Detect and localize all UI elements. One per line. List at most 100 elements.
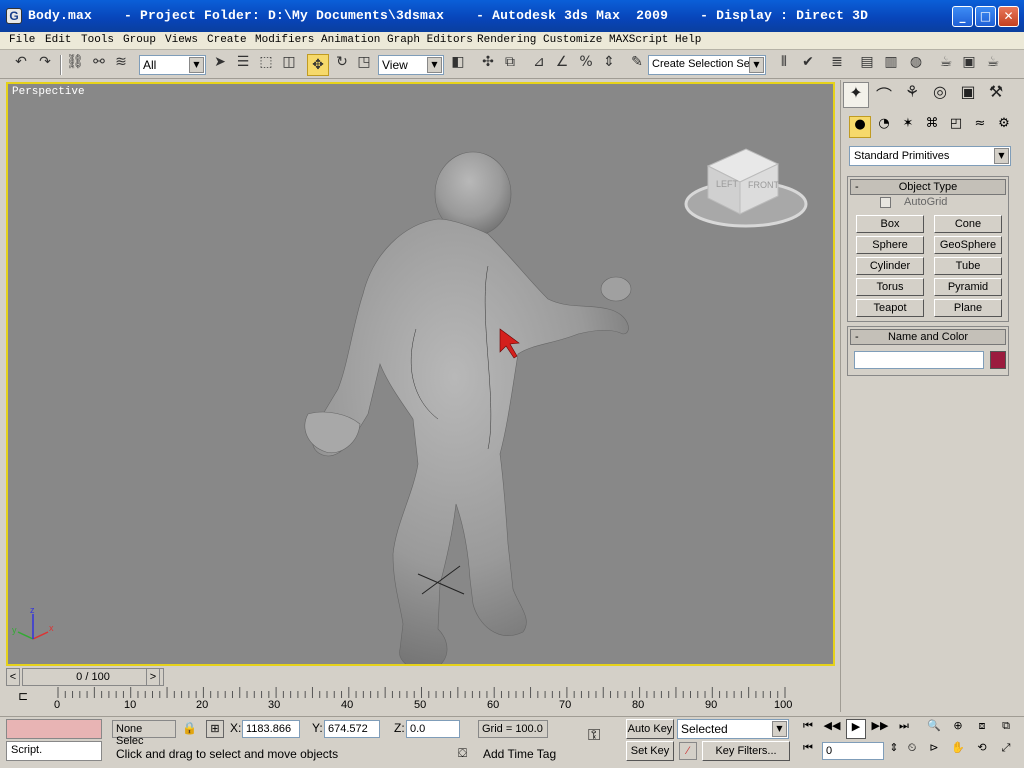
cameras-icon[interactable]: ⌘: [921, 116, 943, 138]
lights-icon[interactable]: ✶: [897, 116, 919, 138]
cone-button[interactable]: Cone: [934, 215, 1002, 233]
schematic-view-icon[interactable]: ▥: [880, 54, 902, 76]
object-color-swatch[interactable]: [990, 351, 1006, 369]
window-crossing-icon[interactable]: ◫: [278, 54, 300, 76]
zoom-icon[interactable]: 🔍: [924, 719, 944, 739]
menu-edit[interactable]: Edit: [45, 34, 71, 46]
pyramid-button[interactable]: Pyramid: [934, 278, 1002, 296]
undo-icon[interactable]: ↶: [10, 54, 32, 76]
next-frame-icon[interactable]: ▶▶: [870, 719, 890, 739]
unlink-icon[interactable]: ⚯: [88, 54, 110, 76]
render-setup-icon[interactable]: ☕: [935, 54, 957, 76]
pan-view-icon[interactable]: ✋: [948, 741, 968, 761]
primitive-category-dropdown[interactable]: Standard Primitives ▼: [849, 146, 1011, 166]
quick-render-icon[interactable]: ☕: [982, 54, 1004, 76]
key-filters-button[interactable]: Key Filters...: [702, 741, 790, 761]
select-and-scale-icon[interactable]: ◳: [353, 54, 375, 76]
go-to-end-icon[interactable]: ⏭: [894, 719, 914, 739]
select-and-rotate-icon[interactable]: ↻: [331, 54, 353, 76]
field-of-view-icon[interactable]: ⊳: [924, 741, 944, 761]
object-type-header[interactable]: - Object Type: [850, 179, 1006, 195]
track-bar[interactable]: ⊏ 0 10 20 30 40 50 60 70 80 90 100: [0, 687, 835, 715]
snaps-toggle-icon[interactable]: ⊿: [528, 54, 550, 76]
spinner-snap-icon[interactable]: ⇕: [598, 54, 620, 76]
menu-modifiers[interactable]: Modifiers: [255, 34, 314, 46]
y-coordinate-input[interactable]: 674.572: [324, 720, 380, 738]
current-frame-input[interactable]: 0: [822, 742, 884, 760]
display-tab-icon[interactable]: ▣: [955, 82, 981, 108]
layer-manager-icon[interactable]: ≣: [826, 54, 848, 76]
previous-frame-icon[interactable]: ◀◀: [822, 719, 842, 739]
modify-tab-icon[interactable]: ⌒: [871, 82, 897, 108]
maxscript-listener[interactable]: Script.: [6, 741, 102, 761]
x-coordinate-input[interactable]: 1183.866: [242, 720, 300, 738]
edit-named-selection-icon[interactable]: ✎: [626, 54, 648, 76]
add-time-tag[interactable]: Add Time Tag: [483, 747, 556, 761]
motion-tab-icon[interactable]: ◎: [927, 82, 953, 108]
angle-snap-icon[interactable]: ∠: [551, 54, 573, 76]
select-and-link-icon[interactable]: ⛓: [64, 54, 86, 76]
menu-create[interactable]: Create: [207, 34, 247, 46]
perspective-viewport[interactable]: Perspective LEFT FRONT x y z: [6, 82, 835, 666]
object-name-input[interactable]: [854, 351, 984, 369]
app-icon[interactable]: G: [6, 8, 22, 24]
minimize-button[interactable]: _: [952, 6, 973, 27]
key-mode-toggle-icon[interactable]: ⏮: [798, 741, 818, 761]
viewcube[interactable]: [684, 148, 808, 228]
tube-button[interactable]: Tube: [934, 257, 1002, 275]
plane-button[interactable]: Plane: [934, 299, 1002, 317]
helpers-icon[interactable]: ◰: [945, 116, 967, 138]
pivot-center-icon[interactable]: ◧: [447, 54, 469, 76]
spinner-icon[interactable]: ⇕: [884, 741, 904, 761]
autogrid-checkbox[interactable]: [880, 197, 891, 208]
auto-key-button[interactable]: Auto Key: [626, 719, 674, 739]
time-prev-button[interactable]: <: [6, 668, 20, 686]
maximize-viewport-icon[interactable]: ⤢: [996, 741, 1016, 761]
menu-tools[interactable]: Tools: [81, 34, 114, 46]
bind-to-space-warp-icon[interactable]: ≋: [110, 54, 132, 76]
absolute-mode-icon[interactable]: ⊞: [206, 720, 224, 738]
close-button[interactable]: ✕: [998, 6, 1019, 27]
rectangular-selection-icon[interactable]: ⬚: [255, 54, 277, 76]
maximize-button[interactable]: □: [975, 6, 996, 27]
orbit-icon[interactable]: ⟲: [972, 741, 992, 761]
percent-snap-icon[interactable]: %: [575, 54, 597, 76]
zoom-all-icon[interactable]: ⊕: [948, 719, 968, 739]
utilities-tab-icon[interactable]: ⚒: [983, 82, 1009, 108]
material-editor-icon[interactable]: ◍: [905, 54, 927, 76]
menu-customize[interactable]: Customize: [543, 34, 602, 46]
menu-animation[interactable]: Animation: [321, 34, 380, 46]
geometry-icon[interactable]: ●: [849, 116, 871, 138]
time-slider[interactable]: 0 / 100: [22, 668, 164, 686]
hierarchy-tab-icon[interactable]: ⚘: [899, 82, 925, 108]
key-mode-dropdown[interactable]: Selected ▼: [677, 719, 789, 739]
menu-views[interactable]: Views: [165, 34, 198, 46]
torus-button[interactable]: Torus: [856, 278, 924, 296]
menu-rendering[interactable]: Rendering: [477, 34, 536, 46]
name-and-color-header[interactable]: - Name and Color: [850, 329, 1006, 345]
default-in-out-tangents-icon[interactable]: ⁄: [679, 742, 697, 760]
space-warps-icon[interactable]: ≈: [969, 116, 991, 138]
menu-graph-editors[interactable]: Graph Editors: [387, 34, 473, 46]
geosphere-button[interactable]: GeoSphere: [934, 236, 1002, 254]
align-icon[interactable]: ✔: [797, 54, 819, 76]
box-button[interactable]: Box: [856, 215, 924, 233]
z-coordinate-input[interactable]: 0.0: [406, 720, 460, 738]
zoom-extents-icon[interactable]: ⧈: [972, 719, 992, 739]
select-and-manipulate-icon[interactable]: ✣: [477, 54, 499, 76]
systems-icon[interactable]: ⚙: [993, 116, 1015, 138]
sphere-button[interactable]: Sphere: [856, 236, 924, 254]
select-by-name-icon[interactable]: ☰: [232, 54, 254, 76]
reference-coord-dropdown[interactable]: View ▼: [378, 55, 444, 75]
cylinder-button[interactable]: Cylinder: [856, 257, 924, 275]
selection-lock-icon[interactable]: 🔒: [182, 721, 197, 735]
curve-editor-icon[interactable]: ▤: [856, 54, 878, 76]
play-icon[interactable]: ▶: [846, 719, 866, 739]
maxscript-listener-pink[interactable]: [6, 719, 102, 739]
time-next-button[interactable]: >: [146, 668, 160, 686]
shapes-icon[interactable]: ◔: [873, 116, 895, 138]
select-object-icon[interactable]: ➤: [209, 54, 231, 76]
select-and-move-icon[interactable]: ✥: [307, 54, 329, 76]
mirror-icon[interactable]: ⫴: [773, 54, 795, 76]
zoom-extents-all-icon[interactable]: ⧉: [996, 719, 1016, 739]
